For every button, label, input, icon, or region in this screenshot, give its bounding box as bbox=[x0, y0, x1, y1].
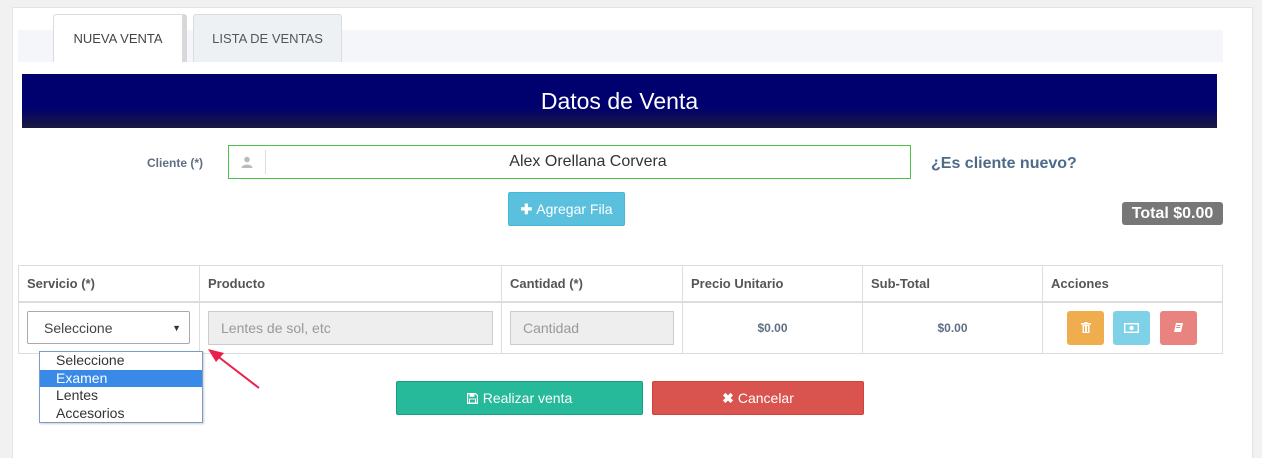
col-servicio: Servicio (*) bbox=[18, 265, 200, 303]
sale-items-table: Servicio (*) Producto Cantidad (*) Preci… bbox=[18, 265, 1223, 354]
servicio-selected: Seleccione bbox=[44, 319, 113, 336]
option-seleccione[interactable]: Seleccione bbox=[40, 352, 202, 370]
user-icon bbox=[229, 150, 266, 174]
col-precio: Precio Unitario bbox=[682, 265, 863, 303]
cliente-label: Cliente (*) bbox=[147, 156, 204, 170]
tab-label: LISTA DE VENTAS bbox=[212, 31, 323, 46]
tab-label: NUEVA VENTA bbox=[73, 31, 163, 46]
section-banner: Datos de Venta bbox=[22, 74, 1217, 128]
money-icon bbox=[1124, 323, 1140, 333]
col-cantidad: Cantidad (*) bbox=[501, 265, 683, 303]
servicio-dropdown-list: Seleccione Examen Lentes Accesorios bbox=[39, 351, 203, 423]
table-header-row: Servicio (*) Producto Cantidad (*) Preci… bbox=[18, 265, 1223, 303]
option-examen[interactable]: Examen bbox=[40, 369, 202, 387]
detail-button[interactable] bbox=[1159, 310, 1197, 345]
option-accesorios[interactable]: Accesorios bbox=[40, 405, 202, 423]
new-client-link[interactable]: ¿Es cliente nuevo? bbox=[931, 155, 1077, 173]
cantidad-input[interactable]: Cantidad bbox=[510, 310, 674, 345]
col-acciones: Acciones bbox=[1042, 265, 1223, 303]
cantidad-placeholder: Cantidad bbox=[523, 319, 580, 336]
col-producto: Producto bbox=[199, 265, 502, 303]
cancel-label: Cancelar bbox=[737, 390, 794, 406]
servicio-select[interactable]: Seleccione ▼ bbox=[27, 311, 190, 345]
book-icon bbox=[1173, 323, 1183, 332]
precio-value: $0.00 bbox=[682, 301, 863, 354]
trash-icon bbox=[1080, 322, 1091, 333]
submit-sale-label: Realizar venta bbox=[482, 390, 573, 406]
caret-down-icon: ▼ bbox=[172, 322, 181, 333]
cliente-value: Alex Orellana Corvera bbox=[509, 153, 667, 170]
option-lentes[interactable]: Lentes bbox=[40, 387, 202, 405]
subtotal-value: $0.00 bbox=[862, 301, 1043, 354]
price-button[interactable] bbox=[1113, 311, 1151, 345]
col-subtotal: Sub-Total bbox=[862, 265, 1043, 303]
delete-row-button[interactable] bbox=[1067, 310, 1104, 345]
plus-icon: ✚ bbox=[520, 200, 533, 217]
cancel-button[interactable]: ✖ Cancelar bbox=[652, 381, 864, 415]
cliente-input[interactable]: Alex Orellana Corvera bbox=[228, 145, 911, 179]
producto-placeholder: Lentes de sol, etc bbox=[221, 319, 331, 336]
total-badge: Total $0.00 bbox=[1122, 202, 1223, 225]
banner-title: Datos de Venta bbox=[540, 87, 699, 114]
save-icon bbox=[466, 392, 478, 404]
add-row-label: Agregar Fila bbox=[536, 201, 613, 217]
submit-sale-button[interactable]: Realizar venta bbox=[396, 381, 643, 415]
tab-lista-ventas[interactable]: LISTA DE VENTAS bbox=[193, 14, 342, 62]
annotation-arrow-icon bbox=[208, 349, 260, 389]
tab-nueva-venta[interactable]: NUEVA VENTA bbox=[53, 14, 187, 62]
times-icon: ✖ bbox=[722, 389, 734, 406]
add-row-button[interactable]: ✚ Agregar Fila bbox=[508, 192, 625, 226]
